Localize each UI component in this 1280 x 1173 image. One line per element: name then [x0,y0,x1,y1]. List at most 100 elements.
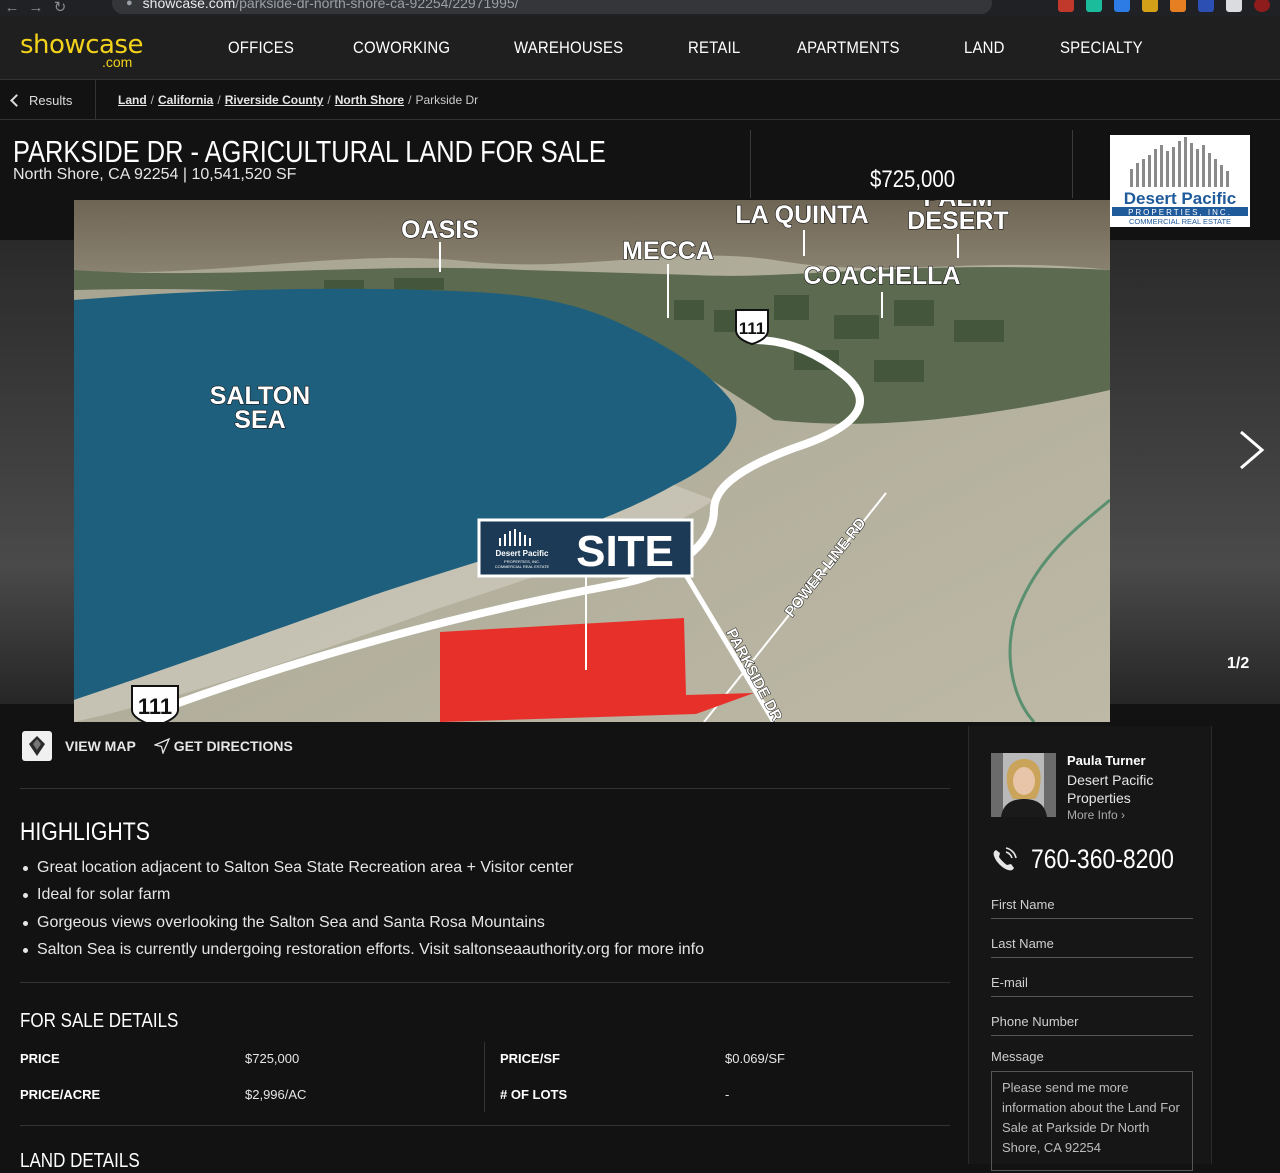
nav-specialty[interactable]: SPECIALTY [1060,38,1143,58]
route-111-shield-top: 111 [735,309,769,346]
breadcrumb-current: Parkside Dr [415,93,479,107]
highlights-title: HIGHLIGHTS [20,818,150,846]
agent-company: Desert Pacific Properties [1067,772,1154,806]
route-111-label-bottom: 111 [138,694,172,719]
browser-toolbar: ← → ↻ ● showcase.com /parkside-dr-north-… [0,0,1280,16]
land-details-title: LAND DETAILS [20,1150,140,1172]
extension-icon[interactable] [1198,0,1214,12]
message-textarea[interactable]: Please send me more information about th… [991,1071,1193,1171]
browser-reload-icon[interactable]: ↻ [48,0,72,16]
detail-label-price-sf: PRICE/SF [500,1051,560,1066]
browser-forward-icon[interactable]: → [24,0,48,16]
detail-label-price: PRICE [20,1051,60,1066]
browser-back-icon[interactable]: ← [0,0,24,16]
site-label: SITE [576,527,674,576]
puzzle-icon[interactable] [1226,0,1242,12]
map-label-la-quinta: LA QUINTA [735,201,868,229]
page-title: PARKSIDE DR - AGRICULTURAL LAND FOR SALE [13,134,606,169]
extensions-tray [1058,0,1270,12]
breadcrumb-north-shore[interactable]: North Shore [335,93,404,107]
first-name-field[interactable]: First Name [991,893,1193,919]
phone-link[interactable]: 760-360-8200 [991,844,1199,875]
chevron-left-icon [10,93,23,107]
sale-details-title: FOR SALE DETAILS [20,1010,179,1032]
breadcrumb-bar: Results Land / California / Riverside Coun… [0,80,1280,120]
nav-coworking[interactable]: COWORKING [353,38,450,58]
route-111-shield-bottom: 111 [131,685,179,722]
map-label-desert: DESERT [907,207,1008,235]
map-pin-icon[interactable] [22,731,52,761]
breadcrumb-land[interactable]: Land [118,93,147,107]
sale-details-table: PRICE $725,000 PRICE/SF $0.069/SF PRICE/… [20,1044,950,1116]
highlight-item: Salton Sea is currently undergoing resto… [20,940,950,967]
get-directions-link[interactable]: GET DIRECTIONS [153,738,293,754]
phone-number-field[interactable]: Phone Number [991,1010,1193,1036]
more-info-label: More Info [1067,808,1118,822]
breadcrumb-california[interactable]: California [158,93,213,107]
divider [20,788,950,789]
detail-label-lots: # OF LOTS [500,1087,568,1102]
extension-icon[interactable] [1058,0,1074,12]
extension-icon[interactable] [1114,0,1130,12]
highlight-item: Ideal for solar farm [20,885,950,912]
nav-land[interactable]: LAND [964,38,1005,58]
agent-avatar[interactable] [991,753,1056,817]
site-header: showcase .com OFFICES COWORKING WAREHOUS… [0,16,1280,80]
chevron-right-icon: › [1121,808,1126,822]
nav-offices[interactable]: OFFICES [228,38,294,58]
lock-icon: ● [126,0,133,9]
site-logo-line3: COMMERCIAL REAL ESTATE [495,564,550,569]
route-111-label-top: 111 [739,319,766,338]
map-actions: VIEW MAP GET DIRECTIONS [22,730,293,762]
nav-retail[interactable]: RETAIL [688,38,740,58]
results-label: Results [29,92,73,108]
extension-icon[interactable] [1170,0,1186,12]
detail-value-price-sf: $0.069/SF [725,1051,785,1066]
phone-number: 760-360-8200 [1031,844,1174,874]
gallery-counter: 1/2 [1227,655,1250,672]
map-label-mecca: MECCA [622,237,714,265]
map-label-sea: SEA [234,406,285,434]
breadcrumb-riverside-county[interactable]: Riverside County [225,93,324,107]
nav-warehouses[interactable]: WAREHOUSES [514,38,623,58]
agent-name[interactable]: Paula Turner [1067,753,1146,768]
showcase-logo[interactable]: showcase .com [20,32,150,72]
detail-value-price-acre: $2,996/AC [245,1087,307,1102]
last-name-field[interactable]: Last Name [991,932,1193,958]
site-marker: Desert Pacific PROPERTIES, INC. COMMERCI… [477,518,694,578]
detail-value-lots: - [725,1087,730,1102]
details-column-divider [484,1042,485,1112]
extension-icon[interactable] [1086,0,1102,12]
url-path: /parkside-dr-north-shore-ca-92254/229719… [235,0,519,11]
logo-sub-text: .com [102,54,133,70]
url-host: showcase.com [142,0,236,11]
main-nav: OFFICES COWORKING WAREHOUSES RETAIL APAR… [228,16,1204,80]
message-label: Message [991,1049,1044,1064]
breadcrumb: Land / California / Riverside County / Nort… [118,93,479,107]
broker-logo[interactable]: Desert Pacific PROPERTIES, INC. COMMERCI… [1110,135,1250,227]
get-directions-label: GET DIRECTIONS [173,738,293,754]
highlights-list: Great location adjacent to Salton Sea St… [20,858,950,968]
address-bar[interactable]: ● showcase.com /parkside-dr-north-shore-… [112,0,992,14]
highlight-item: Gorgeous views overlooking the Salton Se… [20,913,950,940]
extension-icon[interactable] [1142,0,1158,12]
results-back-link[interactable]: Results [0,80,96,120]
contact-panel: Paula Turner Desert Pacific Properties M… [968,726,1212,1171]
detail-value-price: $725,000 [245,1051,300,1066]
divider [20,982,950,983]
listing-subtitle: North Shore, CA 92254 | 10,541,520 SF [13,166,297,183]
email-field[interactable]: E-mail [991,971,1193,997]
profile-avatar[interactable] [1254,0,1270,12]
map-label-coachella: COACHELLA [804,262,961,290]
more-info-link[interactable]: More Info › [1067,808,1125,822]
broker-logo-line2: PROPERTIES, INC. [1128,208,1232,217]
listing-price: $725,000 [870,166,956,193]
site-logo-line1: Desert Pacific [496,549,549,558]
detail-label-price-acre: PRICE/ACRE [20,1087,101,1102]
gallery-image-aerial-map[interactable]: OASIS MECCA LA QUINTA PALM DESERT COACHE… [74,200,1110,722]
view-map-link[interactable]: VIEW MAP [65,738,136,754]
nav-apartments[interactable]: APARTMENTS [797,38,900,58]
phone-icon [993,846,1017,870]
gallery-next-arrow[interactable] [1236,430,1266,470]
map-label-oasis: OASIS [401,216,479,244]
